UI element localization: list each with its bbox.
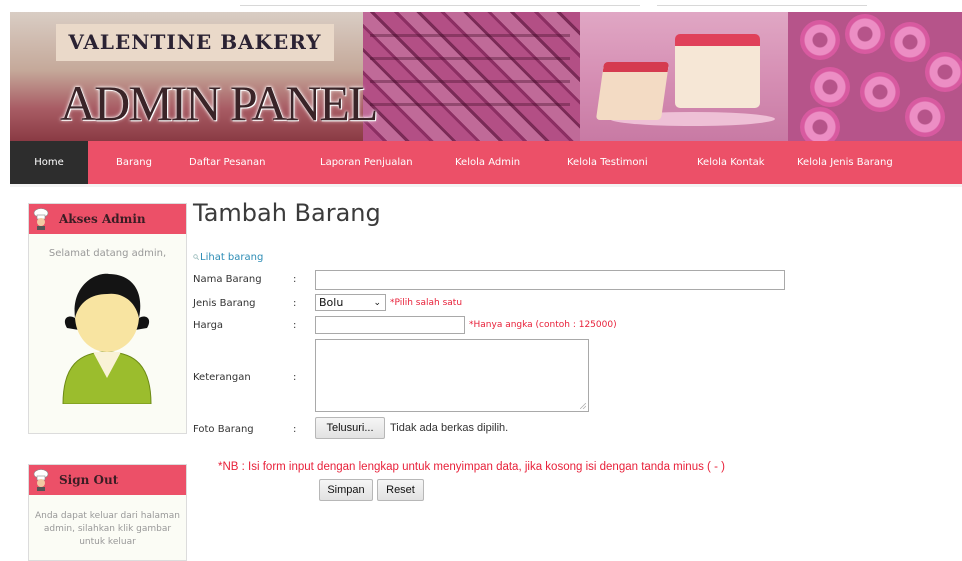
browse-file-button[interactable]: Telusuri...	[315, 417, 385, 439]
select-value: Bolu	[319, 296, 344, 309]
main-nav: Home Barang Daftar Pesanan Laporan Penju…	[10, 141, 962, 184]
donut-shape	[905, 97, 945, 137]
field-separator: :	[293, 372, 297, 383]
banner-cake-slice	[595, 62, 670, 120]
field-label-keterangan: Keterangan	[193, 372, 251, 383]
signout-box-title[interactable]: Sign Out	[59, 465, 118, 495]
nama-barang-input[interactable]	[315, 270, 785, 290]
view-items-link[interactable]: Lihat barang	[200, 252, 263, 263]
admin-avatar	[62, 273, 152, 404]
top-divider-line	[657, 5, 867, 6]
welcome-text: Selamat datang admin,	[48, 248, 167, 259]
jenis-hint: *Pilih salah satu	[390, 298, 463, 308]
donut-shape	[890, 22, 930, 62]
field-label-nama: Nama Barang	[193, 274, 262, 285]
field-label-foto: Foto Barang	[193, 424, 254, 435]
nav-item-daftar-pesanan[interactable]: Daftar Pesanan	[189, 141, 265, 184]
jenis-barang-select[interactable]: Bolu ⌄	[315, 294, 386, 311]
nav-item-kelola-kontak[interactable]: Kelola Kontak	[697, 141, 765, 184]
harga-input[interactable]	[315, 316, 465, 334]
donut-shape	[925, 52, 962, 92]
signout-text: Anda dapat keluar dari halaman admin, si…	[34, 511, 180, 547]
browser-top-strip	[0, 0, 962, 9]
nav-item-laporan-penjualan[interactable]: Laporan Penjualan	[320, 141, 413, 184]
banner-cake-slice	[675, 34, 760, 108]
magnifier-icon	[193, 254, 199, 260]
nav-item-kelola-jenis-barang[interactable]: Kelola Jenis Barang	[797, 141, 893, 184]
chef-icon	[33, 469, 49, 491]
signout-box-header: Sign Out	[29, 465, 186, 495]
field-separator: :	[293, 424, 297, 435]
signout-box: Sign Out Anda dapat keluar dari halaman …	[28, 464, 187, 561]
brand-name: VALENTINE BAKERY	[68, 30, 322, 54]
field-separator: :	[293, 320, 297, 331]
nav-item-kelola-testimoni[interactable]: Kelola Testimoni	[567, 141, 648, 184]
nav-item-kelola-admin[interactable]: Kelola Admin	[455, 141, 520, 184]
file-status-text: Tidak ada berkas dipilih.	[390, 422, 509, 434]
donut-shape	[845, 14, 885, 54]
header-banner: VALENTINE BAKERY ADMIN PANEL	[10, 12, 962, 141]
admin-box-title: Akses Admin	[59, 212, 146, 226]
nav-item-barang[interactable]: Barang	[116, 141, 152, 184]
donut-shape	[860, 72, 900, 112]
donut-shape	[800, 107, 840, 141]
field-separator: :	[293, 274, 297, 285]
field-label-harga: Harga	[193, 320, 224, 331]
chef-icon	[33, 208, 49, 230]
nav-item-home[interactable]: Home	[10, 141, 88, 184]
admin-box-header: Akses Admin	[29, 204, 186, 234]
field-label-jenis: Jenis Barang	[193, 298, 256, 309]
harga-hint: *Hanya angka (contoh : 125000)	[469, 320, 617, 330]
top-divider-line	[240, 5, 640, 6]
banner-tray-lines	[370, 30, 570, 126]
keterangan-textarea[interactable]	[315, 339, 589, 412]
page-title: Tambah Barang	[193, 199, 381, 227]
field-separator: :	[293, 298, 297, 309]
nav-shadow	[10, 184, 962, 187]
chevron-down-icon: ⌄	[373, 298, 381, 308]
admin-access-box: Akses Admin Selamat datang admin,	[28, 203, 187, 434]
resize-grip-icon[interactable]	[580, 403, 586, 409]
brand-box: VALENTINE BAKERY	[56, 24, 334, 61]
form-note: *NB : Isi form input dengan lengkap untu…	[218, 461, 725, 473]
admin-panel-title: ADMIN PANEL	[60, 75, 378, 131]
save-button[interactable]: Simpan	[319, 479, 373, 501]
donut-shape	[810, 67, 850, 107]
donut-shape	[800, 20, 840, 60]
reset-button[interactable]: Reset	[377, 479, 424, 501]
